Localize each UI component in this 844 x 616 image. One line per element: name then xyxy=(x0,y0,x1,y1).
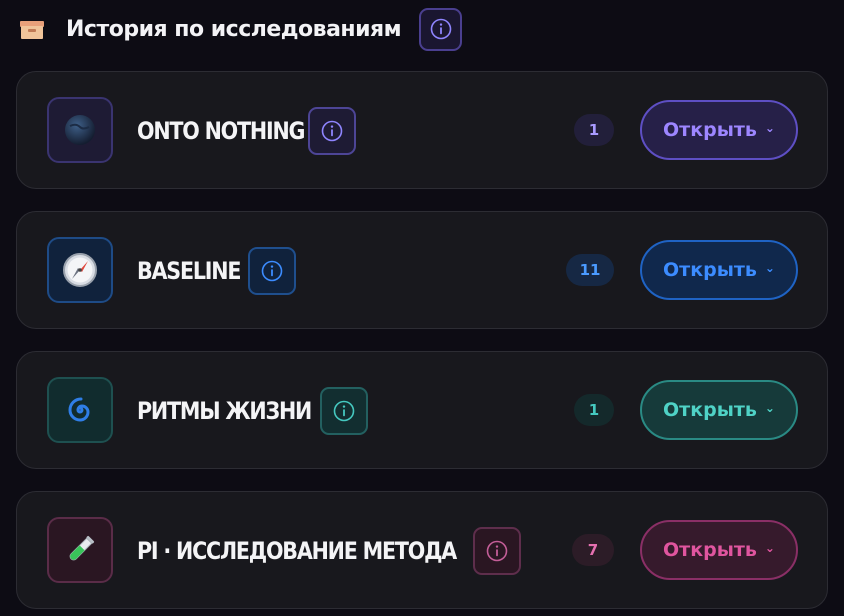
info-icon xyxy=(321,120,343,142)
box-icon xyxy=(20,21,44,39)
info-icon xyxy=(486,540,508,562)
open-button[interactable]: Открыть ⌄ xyxy=(640,100,798,160)
card-info-button[interactable] xyxy=(248,247,296,295)
chevron-down-icon: ⌄ xyxy=(764,541,775,555)
open-button-label: Открыть xyxy=(663,399,757,421)
study-card-pi-method: PI · ИССЛЕДОВАНИЕ МЕТОДА 7 Открыть ⌄ xyxy=(16,491,828,609)
card-icon-frame xyxy=(47,237,113,303)
open-button-label: Открыть xyxy=(663,259,757,281)
card-title: РИТМЫ ЖИЗНИ xyxy=(137,397,312,425)
study-card-rhythms: РИТМЫ ЖИЗНИ 1 Открыть ⌄ xyxy=(16,351,828,469)
open-button-label: Открыть xyxy=(663,539,757,561)
chevron-down-icon: ⌄ xyxy=(764,261,775,275)
chevron-down-icon: ⌄ xyxy=(764,121,775,135)
chevron-down-icon: ⌄ xyxy=(764,401,775,415)
card-info-button[interactable] xyxy=(308,107,356,155)
open-button[interactable]: Открыть ⌄ xyxy=(640,520,798,580)
card-title: PI · ИССЛЕДОВАНИЕ МЕТОДА xyxy=(137,537,457,565)
open-button[interactable]: Открыть ⌄ xyxy=(640,240,798,300)
section-title: История по исследованиям xyxy=(66,16,402,42)
header-info-button[interactable] xyxy=(419,7,463,51)
test-tube-icon xyxy=(69,535,95,561)
card-title: BASELINE xyxy=(137,257,241,285)
count-badge: 1 xyxy=(574,114,614,146)
count-badge: 11 xyxy=(566,254,614,286)
study-card-onto-nothing: ONTO NOTHING 1 Открыть ⌄ xyxy=(16,71,828,189)
card-icon-frame xyxy=(47,97,113,163)
card-icon-frame xyxy=(47,517,113,583)
card-title: ONTO NOTHING xyxy=(137,117,305,145)
info-icon xyxy=(430,18,451,40)
info-icon xyxy=(261,260,283,282)
open-button-label: Открыть xyxy=(663,119,757,141)
card-info-button[interactable] xyxy=(473,527,521,575)
info-icon xyxy=(333,400,355,422)
open-button[interactable]: Открыть ⌄ xyxy=(640,380,798,440)
planet-icon xyxy=(65,115,95,145)
count-badge: 7 xyxy=(572,534,614,566)
count-badge: 1 xyxy=(574,394,614,426)
study-card-baseline: BASELINE 11 Открыть ⌄ xyxy=(16,211,828,329)
cyclone-icon xyxy=(68,397,90,422)
card-info-button[interactable] xyxy=(320,387,368,435)
compass-icon xyxy=(63,253,97,287)
card-icon-frame xyxy=(47,377,113,443)
section-header: История по исследованиям xyxy=(18,6,463,52)
